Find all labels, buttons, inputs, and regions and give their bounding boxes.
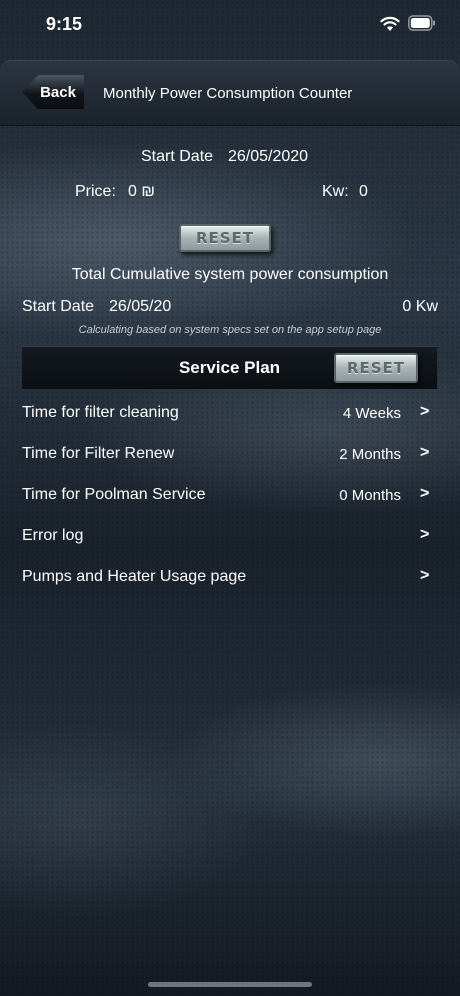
home-indicator[interactable] (148, 982, 312, 987)
kw-value: 0 (359, 183, 368, 200)
row-poolman-service[interactable]: Time for Poolman Service 0 Months > (0, 476, 460, 516)
chevron-right-icon: > (420, 485, 430, 502)
back-button[interactable]: Back (22, 75, 84, 109)
monthly-reset-label: RESET (195, 229, 255, 247)
chevron-right-icon: > (420, 567, 430, 584)
navigation-bar: Back Monthly Power Consumption Counter (0, 60, 460, 126)
chevron-right-icon: > (420, 526, 430, 543)
status-bar: 9:15 (0, 0, 460, 52)
row-label: Pumps and Heater Usage page (22, 568, 247, 585)
price-value: 0 ₪ (128, 183, 155, 200)
monthly-start-date-value: 26/05/2020 (228, 148, 309, 165)
service-plan-reset-label: RESET (346, 359, 406, 377)
battery-icon (408, 15, 435, 31)
row-filter-cleaning[interactable]: Time for filter cleaning 4 Weeks > (0, 394, 460, 434)
calculation-note: Calculating based on system specs set on… (78, 324, 382, 336)
row-label: Time for Poolman Service (22, 486, 206, 503)
chevron-right-icon: > (420, 403, 430, 420)
row-label: Time for Filter Renew (22, 445, 175, 462)
chevron-right-icon: > (420, 444, 430, 461)
cumulative-start-date-label: Start Date (22, 298, 95, 315)
row-label: Error log (22, 527, 84, 544)
row-error-log[interactable]: Error log > (0, 517, 460, 557)
status-time: 9:15 (46, 14, 83, 34)
cumulative-total-value: 0 Kw (402, 298, 438, 315)
back-button-label: Back (40, 83, 76, 101)
monthly-start-date-label: Start Date (141, 148, 214, 165)
cumulative-start-date-value: 26/05/20 (109, 298, 172, 315)
price-label: Price: (75, 183, 116, 200)
service-plan-reset-button[interactable]: RESET (334, 353, 418, 383)
monthly-reset-button[interactable]: RESET (179, 224, 271, 252)
row-label: Time for filter cleaning (22, 404, 179, 421)
row-pumps-heater-usage[interactable]: Pumps and Heater Usage page > (0, 558, 460, 598)
row-value: 4 Weeks (342, 405, 401, 422)
row-value: 0 Months (339, 487, 401, 504)
kw-label: Kw: (322, 183, 349, 200)
cumulative-title: Total Cumulative system power consumptio… (71, 266, 389, 283)
row-filter-renew[interactable]: Time for Filter Renew 2 Months > (0, 435, 460, 475)
page-title: Monthly Power Consumption Counter (103, 85, 353, 102)
row-value: 2 Months (339, 446, 401, 463)
wifi-icon (380, 16, 400, 31)
